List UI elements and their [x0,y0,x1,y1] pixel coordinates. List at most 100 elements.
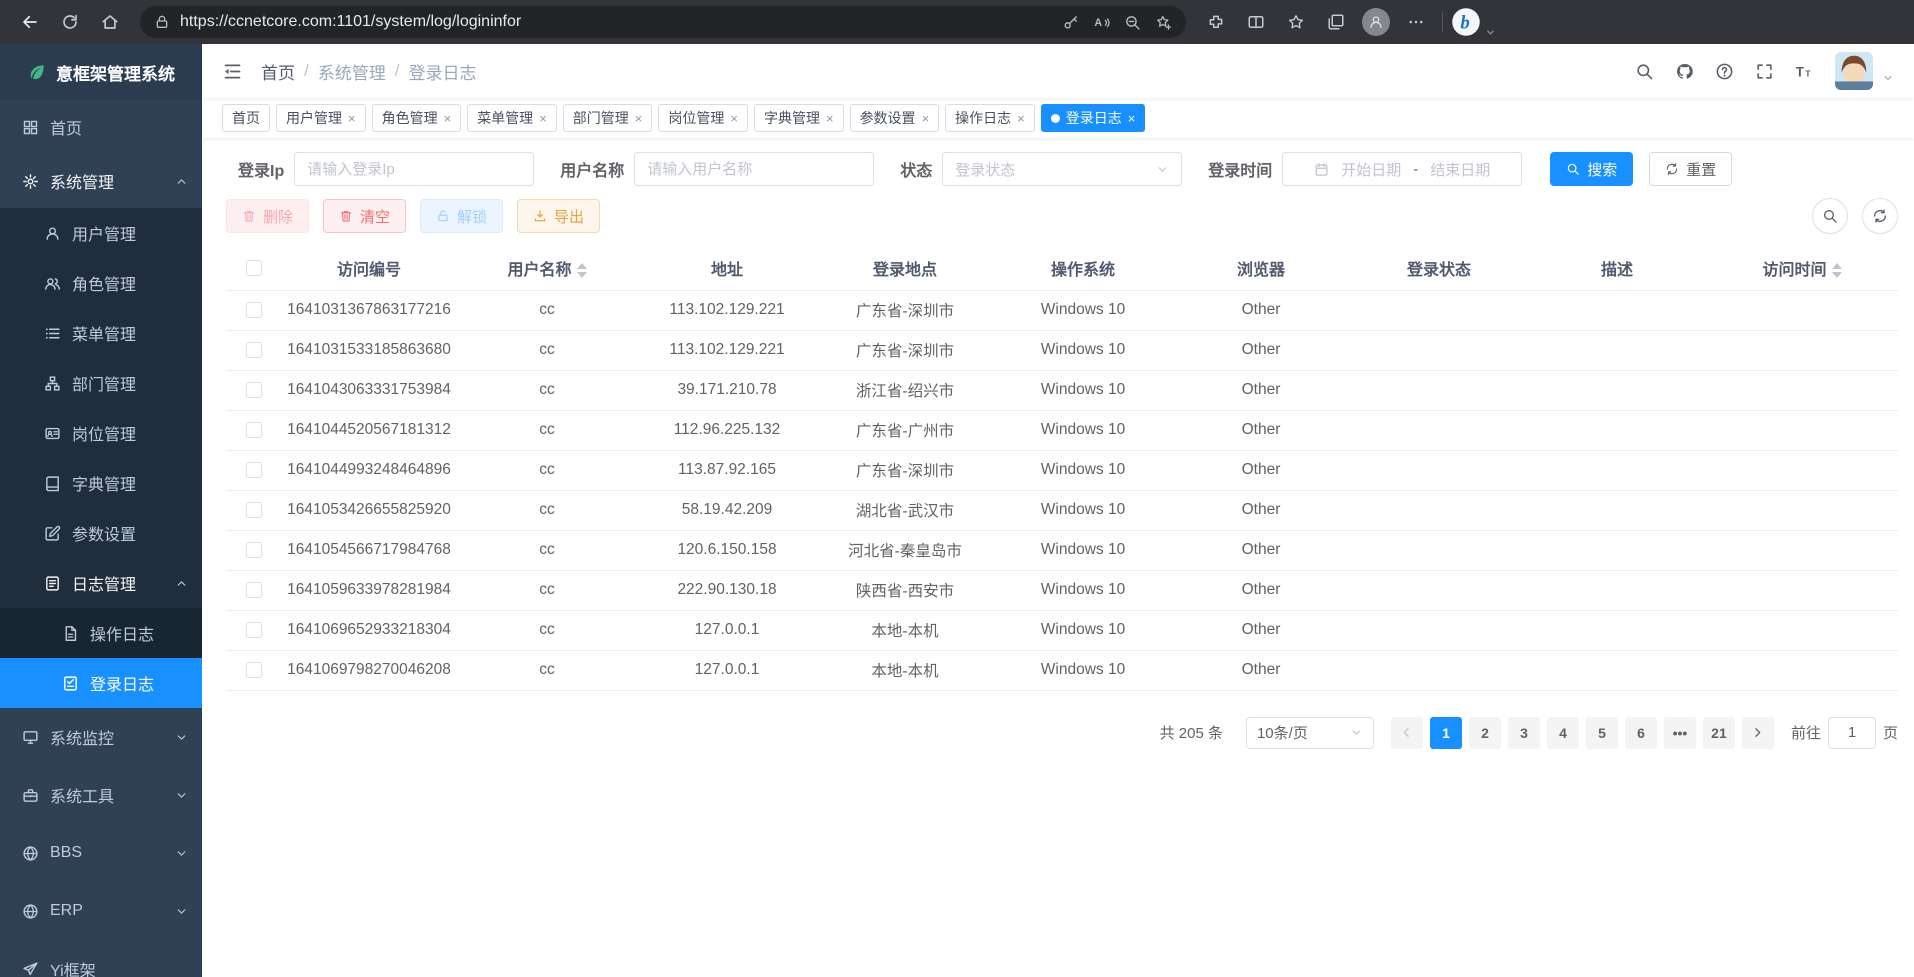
extensions-icon[interactable] [1198,5,1234,39]
unlock-button[interactable]: 解锁 [420,199,503,233]
table-row[interactable]: 1641044520567181312cc112.96.225.132广东省-广… [226,410,1898,450]
sidebar-item-system-monitor[interactable]: 系统监控 [0,708,202,766]
more-pages-button[interactable]: ••• [1664,717,1696,749]
sidebar-item-operation-log[interactable]: 操作日志 [0,608,202,658]
table-row[interactable]: 1641031533185863680cc113.102.129.221广东省-… [226,330,1898,370]
close-tab-icon[interactable]: × [635,111,643,126]
table-row[interactable]: 1641069652933218304cc127.0.0.1本地-本机Windo… [226,610,1898,650]
url-text[interactable]: https://ccnetcore.com:1101/system/log/lo… [180,13,1052,31]
row-checkbox[interactable] [246,622,262,638]
col-user-name[interactable]: 用户名称 [456,246,638,290]
bing-icon[interactable]: b [1451,7,1481,37]
sidebar-item-user-management[interactable]: 用户管理 [0,208,202,258]
sidebar-item-dictionary-management[interactable]: 字典管理 [0,458,202,508]
page-button-5[interactable]: 5 [1586,717,1618,749]
status-select[interactable]: 登录状态 [942,152,1182,186]
user-avatar[interactable] [1835,52,1873,90]
row-checkbox[interactable] [246,422,262,438]
user-name-input[interactable] [634,152,874,186]
password-key-icon[interactable] [1062,14,1079,31]
browser-reload-button[interactable] [52,5,88,39]
table-row[interactable]: 1641069798270046208cc127.0.0.1本地-本机Windo… [226,650,1898,690]
avatar-caret-icon[interactable] [1882,72,1894,90]
help-icon[interactable] [1715,62,1734,81]
sort-icon[interactable] [1832,263,1842,278]
delete-button[interactable]: 删除 [226,199,309,233]
close-tab-icon[interactable]: × [730,111,738,126]
row-checkbox[interactable] [246,582,262,598]
zoom-out-icon[interactable] [1124,14,1141,31]
close-tab-icon[interactable]: × [1128,111,1136,126]
header-search-icon[interactable] [1635,62,1654,81]
prev-page-button[interactable] [1391,717,1423,749]
page-size-select[interactable]: 10条/页 [1246,717,1374,749]
clear-button[interactable]: 清空 [323,199,406,233]
bing-caret-icon[interactable] [1485,27,1496,40]
sidebar-item-home[interactable]: 首页 [0,100,202,154]
table-row[interactable]: 1641043063331753984cc39.171.210.78浙江省-绍兴… [226,370,1898,410]
breadcrumb-item-system[interactable]: 系统管理 [318,59,386,84]
browser-menu-icon[interactable] [1398,5,1434,39]
sidebar-item-log-management[interactable]: 日志管理 [0,558,202,608]
tab-login-log[interactable]: 登录日志× [1041,104,1146,132]
split-screen-icon[interactable] [1238,5,1274,39]
browser-home-button[interactable] [92,5,128,39]
sidebar-item-department-management[interactable]: 部门管理 [0,358,202,408]
sidebar-item-parameter-settings[interactable]: 参数设置 [0,508,202,558]
table-row[interactable]: 1641054566717984768cc120.6.150.158河北省-秦皇… [226,530,1898,570]
table-row[interactable]: 1641059633978281984cc222.90.130.18陕西省-西安… [226,570,1898,610]
sidebar-item-login-log[interactable]: 登录日志 [0,658,202,708]
sidebar-item-system-management[interactable]: 系统管理 [0,154,202,208]
row-checkbox[interactable] [246,342,262,358]
close-tab-icon[interactable]: × [348,111,356,126]
close-tab-icon[interactable]: × [444,111,452,126]
close-tab-icon[interactable]: × [1017,111,1025,126]
toggle-search-button[interactable] [1812,198,1848,234]
sidebar-item-yi-framework[interactable]: Yi框架 [0,940,202,977]
page-button-3[interactable]: 3 [1508,717,1540,749]
github-icon[interactable] [1675,62,1694,81]
font-size-icon[interactable] [1795,62,1814,81]
tab-role-management[interactable]: 角色管理× [372,104,462,132]
breadcrumb-item-home[interactable]: 首页 [261,59,295,84]
sidebar-item-erp[interactable]: ERP [0,882,202,940]
page-button-2[interactable]: 2 [1469,717,1501,749]
goto-page-input[interactable] [1828,717,1876,749]
sidebar-item-bbs[interactable]: BBS [0,824,202,882]
close-tab-icon[interactable]: × [539,111,547,126]
row-checkbox[interactable] [246,462,262,478]
tab-post-management[interactable]: 岗位管理× [658,104,748,132]
sort-icon[interactable] [577,263,587,278]
tab-department-management[interactable]: 部门管理× [563,104,653,132]
page-button-6[interactable]: 6 [1625,717,1657,749]
add-favorite-icon[interactable] [1155,14,1172,31]
col-visit-time[interactable]: 访问时间 [1706,246,1898,290]
sidebar-item-post-management[interactable]: 岗位管理 [0,408,202,458]
tab-user-management[interactable]: 用户管理× [276,104,366,132]
row-checkbox[interactable] [246,542,262,558]
table-row[interactable]: 1641044993248464896cc113.87.92.165广东省-深圳… [226,450,1898,490]
login-time-range-picker[interactable]: 开始日期 - 结束日期 [1282,152,1522,186]
sidebar-toggle-icon[interactable] [222,61,243,82]
page-button-1[interactable]: 1 [1430,717,1462,749]
export-button[interactable]: 导出 [517,199,600,233]
reset-button[interactable]: 重置 [1649,152,1732,186]
row-checkbox[interactable] [246,662,262,678]
sidebar-item-role-management[interactable]: 角色管理 [0,258,202,308]
collections-icon[interactable] [1318,5,1354,39]
table-row[interactable]: 1641031367863177216cc113.102.129.221广东省-… [226,290,1898,330]
refresh-table-button[interactable] [1862,198,1898,234]
row-checkbox[interactable] [246,502,262,518]
close-tab-icon[interactable]: × [922,111,930,126]
page-button-4[interactable]: 4 [1547,717,1579,749]
tab-parameter-settings[interactable]: 参数设置× [850,104,940,132]
tab-dictionary-management[interactable]: 字典管理× [754,104,844,132]
sidebar-item-system-tools[interactable]: 系统工具 [0,766,202,824]
address-bar[interactable]: https://ccnetcore.com:1101/system/log/lo… [140,6,1186,38]
fullscreen-icon[interactable] [1755,62,1774,81]
read-aloud-icon[interactable] [1093,14,1110,31]
login-ip-input[interactable] [294,152,534,186]
table-row[interactable]: 1641053426655825920cc58.19.42.209湖北省-武汉市… [226,490,1898,530]
browser-back-button[interactable] [12,5,48,39]
favorites-icon[interactable] [1278,5,1314,39]
